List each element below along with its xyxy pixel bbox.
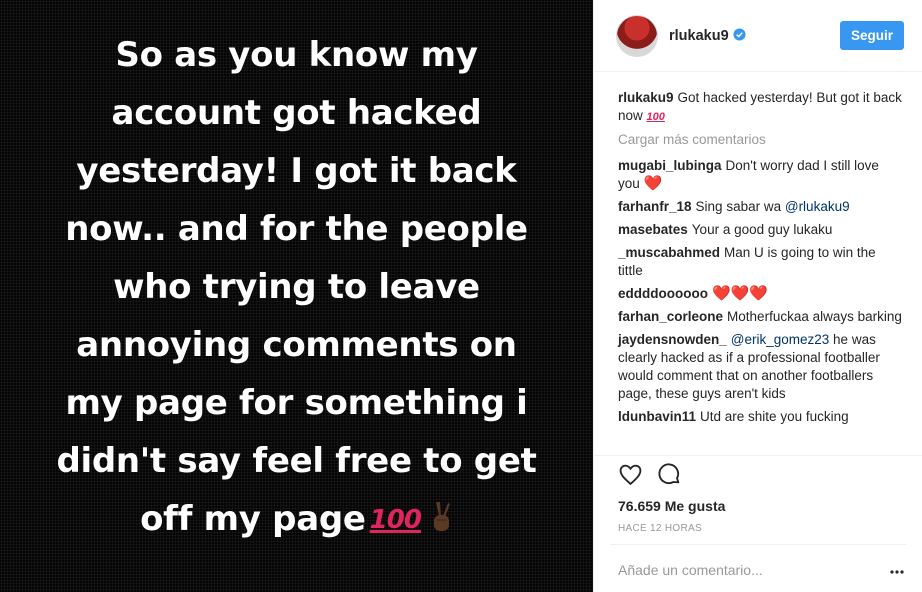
- comment-username[interactable]: farhanfr_18: [618, 199, 692, 214]
- story-line: So as you know my: [115, 34, 478, 75]
- post-header: rlukaku9 Seguir: [594, 0, 922, 72]
- comment-text: Your a good guy lukaku: [691, 222, 833, 237]
- post-side-panel: rlukaku9 Seguir rlukaku9 Got hacked yeste…: [593, 0, 922, 592]
- avatar[interactable]: [616, 14, 658, 57]
- peace-hand-emoji: [433, 501, 450, 531]
- story-line-last: off my page 100: [14, 490, 579, 549]
- hearts-emoji: ❤️❤️❤️: [711, 285, 769, 302]
- story-line-text: off my page: [140, 498, 366, 539]
- caption: rlukaku9 Got hacked yesterday! But got it…: [618, 89, 904, 126]
- post-image[interactable]: So as you know my account got hacked yes…: [0, 0, 593, 592]
- likes-count[interactable]: 76.659 Me gusta: [618, 498, 725, 514]
- comment-mention[interactable]: @erik_gomez23: [731, 332, 830, 347]
- post-timestamp[interactable]: HACE 12 HORAS: [618, 523, 702, 534]
- comment-item: ldunbavin11 Utd are shite you fucking: [618, 408, 904, 426]
- speech-bubble-icon[interactable]: [657, 462, 682, 487]
- story-line: annoying comments on: [76, 324, 517, 365]
- comment-username[interactable]: jaydensnowden_: [618, 332, 727, 347]
- heart-outline-icon[interactable]: [618, 462, 643, 487]
- verified-badge-icon: [733, 27, 746, 41]
- comment-text: Motherfuckaa always barking: [727, 309, 902, 324]
- hundred-points-emoji: 100: [646, 111, 665, 123]
- comments-list[interactable]: rlukaku9 Got hacked yesterday! But got it…: [594, 72, 922, 456]
- story-line: account got hacked: [111, 92, 482, 133]
- comment-item: farhanfr_18 Sing sabar wa @rlukaku9: [618, 198, 904, 216]
- caption-username[interactable]: rlukaku9: [618, 90, 674, 105]
- story-text: So as you know my account got hacked yes…: [14, 26, 579, 549]
- header-username[interactable]: rlukaku9: [669, 28, 746, 44]
- story-line: yesterday! I got it back: [76, 150, 517, 191]
- comment-text: Utd are shite you fucking: [700, 409, 849, 424]
- comment-username[interactable]: masebates: [618, 222, 688, 237]
- comment-item: eddddoooooo ❤️❤️❤️: [618, 285, 904, 303]
- story-line: who trying to leave: [113, 266, 480, 307]
- comment-item: mugabi_lubinga Don't worry dad I still lo…: [618, 157, 904, 193]
- comment-username[interactable]: ldunbavin11: [618, 409, 696, 424]
- more-options-icon[interactable]: [890, 570, 904, 574]
- comment-item: farhan_corleone Motherfuckaa always barki…: [618, 308, 904, 326]
- username-text[interactable]: rlukaku9: [669, 28, 729, 44]
- story-line: my page for something i: [65, 382, 528, 423]
- hundred-points-emoji: 100: [369, 504, 422, 535]
- comment-mention[interactable]: @rlukaku9: [785, 199, 850, 214]
- follow-button[interactable]: Seguir: [840, 21, 904, 50]
- heart-emoji: ❤️: [643, 175, 663, 192]
- load-more-comments-link[interactable]: Cargar más comentarios: [618, 131, 904, 149]
- divider: [610, 544, 906, 545]
- comment-item: jaydensnowden_ @erik_gomez23 he was clear…: [618, 331, 904, 403]
- comment-item: _muscabahmed Man U is going to win the ti…: [618, 244, 904, 280]
- comment-item: masebates Your a good guy lukaku: [618, 221, 904, 239]
- comment-username[interactable]: _muscabahmed: [618, 245, 720, 260]
- comment-username[interactable]: mugabi_lubinga: [618, 158, 722, 173]
- story-line: didn't say feel free to get: [56, 440, 537, 481]
- post-actions: [618, 462, 682, 487]
- story-line: now.. and for the people: [65, 208, 528, 249]
- comment-text: Sing sabar wa: [695, 199, 785, 214]
- add-comment-input[interactable]: Añade un comentario...: [618, 562, 763, 578]
- comment-username[interactable]: farhan_corleone: [618, 309, 723, 324]
- comment-username[interactable]: eddddoooooo: [618, 286, 708, 301]
